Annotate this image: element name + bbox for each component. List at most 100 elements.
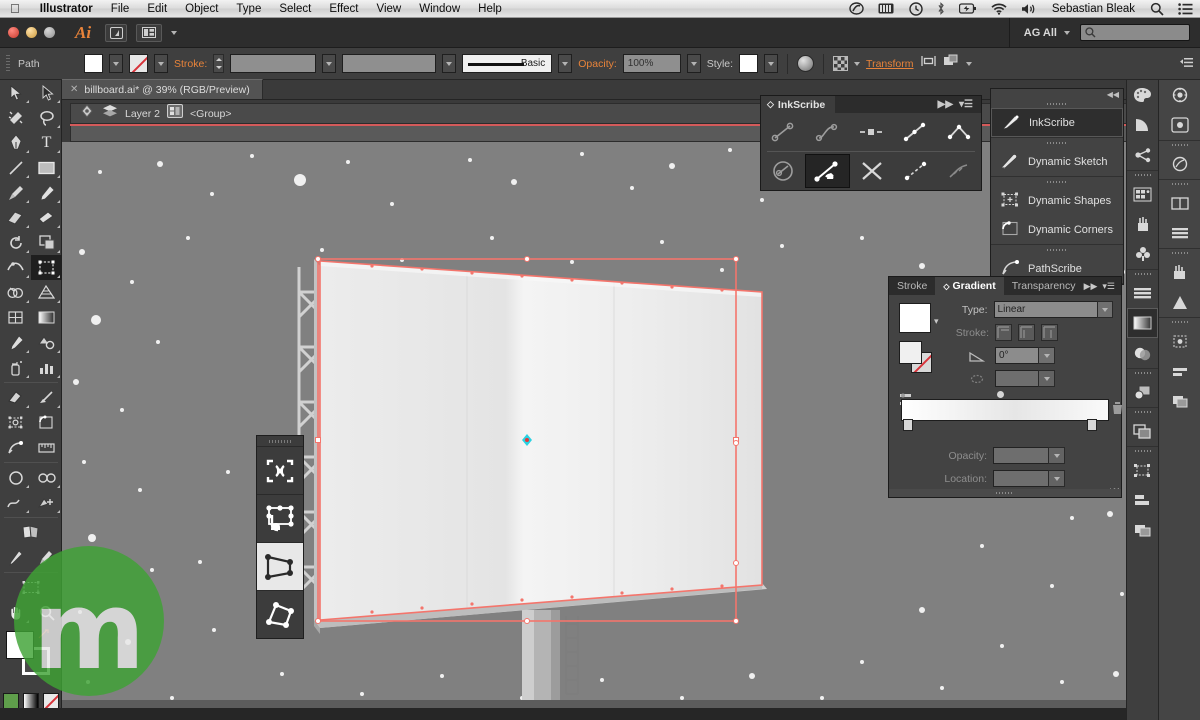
gradient-slider[interactable] [901, 391, 1122, 431]
spotlight-search-icon[interactable] [1143, 2, 1171, 16]
menu-item-object[interactable]: Object [176, 3, 227, 15]
dynamic-sketch-tool[interactable] [0, 490, 31, 515]
dock2-divider-1[interactable] [1159, 140, 1200, 149]
free-transform-icon[interactable] [257, 494, 303, 542]
gradient-stop-start[interactable] [903, 419, 913, 431]
hand-tool[interactable] [0, 600, 31, 625]
slice-tool[interactable] [31, 385, 62, 410]
opacity-label[interactable]: Opacity: [578, 58, 617, 70]
scale-tool[interactable] [31, 230, 62, 255]
gradient-ramp[interactable] [901, 399, 1109, 421]
fill-swatch[interactable] [84, 54, 103, 73]
handle-top-right[interactable] [733, 256, 739, 262]
graphic-styles-icon[interactable] [1159, 149, 1200, 179]
fill-chevron-down-icon[interactable] [109, 54, 123, 73]
brush-definition-field[interactable]: Basic [462, 54, 553, 73]
handle-bottom-center[interactable] [524, 618, 530, 624]
expand-icon[interactable]: ▶▶ [938, 99, 959, 110]
gradient-tool[interactable] [31, 305, 62, 330]
vs-item-dynamic-sketch[interactable]: Dynamic Sketch [991, 147, 1123, 176]
group-icon[interactable] [167, 104, 184, 123]
power-icon[interactable] [952, 3, 984, 14]
eraser-tool[interactable] [31, 205, 62, 230]
apple-icon[interactable]:  [0, 2, 31, 15]
arrange-chevron-down-icon-2[interactable] [965, 61, 972, 66]
constrain-transform-icon[interactable] [257, 446, 303, 494]
selection-tool[interactable] [0, 80, 31, 105]
dock2-divider-3[interactable] [1159, 248, 1200, 257]
inkscribe-panel[interactable]: ◇ InkScribe ▶▶ ▾☰ [760, 95, 982, 191]
handle-bottom-left[interactable] [315, 618, 321, 624]
dotted-path-icon[interactable] [894, 154, 938, 188]
close-tab-icon[interactable]: ✕ [70, 84, 78, 95]
gradient-stop-end[interactable] [1087, 419, 1097, 431]
delete-stop-icon[interactable] [1112, 401, 1123, 420]
artboard-tool[interactable] [0, 385, 31, 410]
section-drag-handle-2[interactable] [991, 138, 1123, 147]
inkscribe-panel-header[interactable]: ◇ InkScribe ▶▶ ▾☰ [761, 96, 981, 113]
inkscribe-draw-icon[interactable] [804, 154, 851, 188]
menu-item-type[interactable]: Type [227, 3, 270, 15]
stroke-profile-chevron-down-icon[interactable] [442, 54, 457, 73]
brushes-panel-icon[interactable] [1127, 209, 1158, 239]
free-transform-widget[interactable] [256, 435, 304, 639]
pathfinder-panel-icon[interactable] [1127, 515, 1158, 545]
tab-gradient[interactable]: ◇ Gradient [935, 277, 1004, 295]
expand-icon[interactable]: ▶▶ [1084, 281, 1103, 292]
menu-item-file[interactable]: File [102, 3, 139, 15]
document-tab[interactable]: ✕ billboard.ai* @ 39% (RGB/Preview) [62, 79, 263, 99]
convert-point-icon[interactable] [937, 115, 981, 149]
blob-brush-tool[interactable] [0, 205, 31, 230]
graphic-style-swatch[interactable] [739, 54, 759, 73]
horizontal-scrollbar[interactable] [62, 700, 1126, 708]
ellipse-tool[interactable] [0, 465, 31, 490]
type-chevron-down-icon[interactable] [1096, 301, 1113, 318]
zoom-button[interactable] [44, 27, 55, 38]
handle-middle-left[interactable] [315, 437, 321, 443]
inkscribe-panel-tab[interactable]: ◇ InkScribe [761, 96, 836, 113]
width-tool[interactable] [0, 255, 31, 280]
tab-stroke[interactable]: Stroke [889, 277, 935, 295]
artboards-panel-icon[interactable] [1127, 455, 1158, 485]
vs-item-dynamic-corners[interactable]: Dynamic Corners [991, 215, 1123, 244]
gradient-panel-icon[interactable] [1127, 308, 1158, 338]
gradient-fill-chevron-down-icon[interactable]: ▾ [934, 316, 939, 327]
wifi-icon[interactable] [984, 2, 1014, 15]
column-graph-tool[interactable] [31, 355, 62, 380]
place-tool[interactable] [31, 490, 62, 515]
arrange-icon[interactable] [943, 54, 960, 73]
lasso-tool[interactable] [31, 105, 62, 130]
dock-section-divider-2[interactable] [1127, 269, 1158, 278]
opacity-chevron-down-icon[interactable] [1048, 447, 1065, 464]
panel-menu-icon[interactable] [1180, 55, 1194, 73]
group-name-label[interactable]: <Group> [190, 108, 231, 120]
mesh-tool[interactable] [0, 305, 31, 330]
handle-lower-right-anchor[interactable] [733, 560, 739, 566]
artboard-frame-tool[interactable] [0, 575, 62, 600]
minimize-button[interactable] [26, 27, 37, 38]
layers-icon[interactable] [102, 104, 118, 123]
dock-section-divider-5[interactable] [1127, 446, 1158, 455]
bluetooth-icon[interactable] [930, 2, 952, 15]
gradient-panel-footer-handle[interactable] [888, 489, 1122, 498]
handle-top-center[interactable] [524, 256, 530, 262]
dynamic-shapes-tool[interactable] [0, 410, 31, 435]
tab-transparency[interactable]: Transparency [1004, 277, 1084, 295]
magic-wand-tool[interactable] [0, 105, 31, 130]
control-bar-grip[interactable] [6, 54, 10, 73]
rectangle-tool[interactable] [31, 155, 62, 180]
section-drag-handle-3[interactable] [991, 177, 1123, 186]
align-panel-icon[interactable] [1127, 278, 1158, 308]
perspective-grid-tool[interactable] [31, 280, 62, 305]
shape-builder-tool[interactable] [0, 280, 31, 305]
handle-top-left[interactable] [315, 256, 321, 262]
vs-item-dynamic-shapes[interactable]: Dynamic Shapes [991, 186, 1123, 215]
gradient-across-stroke-icon[interactable] [1041, 324, 1058, 341]
measure-tool[interactable] [31, 435, 62, 460]
dropbox-icon[interactable] [842, 2, 871, 15]
collapse-icon[interactable]: ◇ [767, 99, 774, 110]
zoom-tool[interactable] [31, 600, 62, 625]
transparency-panel-icon[interactable] [1127, 338, 1158, 368]
handle-right-anchor[interactable] [733, 440, 739, 446]
free-transform-tool[interactable] [31, 255, 62, 280]
